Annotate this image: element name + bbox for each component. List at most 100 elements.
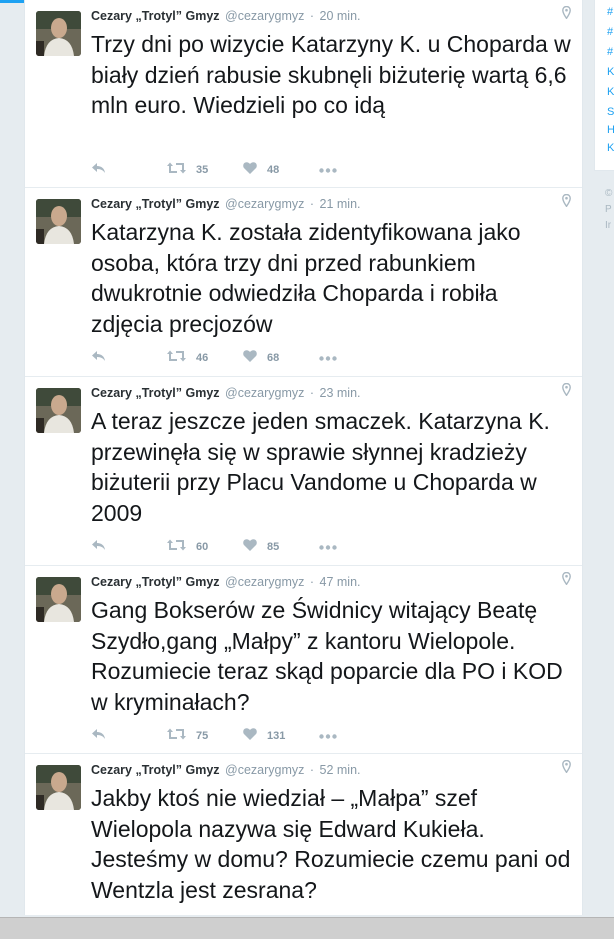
retweet-icon — [167, 539, 186, 554]
heart-icon — [243, 728, 257, 743]
retweet-count: 60 — [196, 540, 209, 553]
trend-item[interactable]: H — [607, 122, 614, 138]
author-handle[interactable]: @cezarygmyz — [225, 386, 304, 400]
retweet-button[interactable]: 75 — [167, 728, 243, 743]
reply-button[interactable] — [91, 350, 167, 365]
more-button[interactable] — [319, 541, 337, 553]
footer-link[interactable]: Ir — [605, 218, 612, 234]
timestamp[interactable]: 52 min. — [320, 763, 361, 777]
author-name[interactable]: Cezary „Trotyl” Gmyz — [91, 386, 220, 400]
retweet-button[interactable]: 46 — [167, 350, 243, 365]
location-pin-icon[interactable] — [562, 382, 571, 401]
author-name[interactable]: Cezary „Trotyl” Gmyz — [91, 575, 220, 589]
timestamp[interactable]: 21 min. — [320, 197, 361, 211]
author-handle[interactable]: @cezarygmyz — [225, 763, 304, 777]
trends-panel: # # # K K S H K — [594, 0, 614, 171]
tweet[interactable]: Cezary „Trotyl” Gmyz @cezarygmyz · 23 mi… — [25, 377, 582, 566]
reply-icon — [91, 728, 106, 743]
tweet-text: A teraz jeszcze jeden smaczek. Katarzyna… — [91, 408, 550, 526]
tweet[interactable]: Cezary „Trotyl” Gmyz @cezarygmyz · 20 mi… — [25, 0, 582, 188]
author-name[interactable]: Cezary „Trotyl” Gmyz — [91, 763, 220, 777]
tweet[interactable]: Cezary „Trotyl” Gmyz @cezarygmyz · 47 mi… — [25, 566, 582, 754]
location-pin-icon[interactable] — [562, 759, 571, 778]
more-dots-icon — [319, 164, 337, 176]
trend-item[interactable]: # — [607, 4, 613, 20]
more-dots-icon — [319, 730, 337, 742]
location-pin-icon[interactable] — [562, 5, 571, 24]
separator: · — [309, 386, 315, 400]
tweet-text: Katarzyna K. została zidentyfikowana jak… — [91, 219, 521, 337]
tweet-header: Cezary „Trotyl” Gmyz @cezarygmyz · 47 mi… — [91, 575, 361, 589]
timestamp[interactable]: 20 min. — [320, 9, 361, 23]
tweet-text: Trzy dni po wizycie Katarzyny K. u Chopa… — [91, 31, 571, 118]
reply-icon — [91, 350, 106, 365]
like-count: 131 — [267, 729, 286, 742]
trend-item[interactable]: S — [607, 104, 614, 120]
trend-item[interactable]: # — [607, 24, 613, 40]
location-pin-icon[interactable] — [562, 571, 571, 590]
horizontal-scrollbar[interactable] — [0, 917, 614, 939]
tweet-actions: 46 68 — [91, 350, 337, 365]
tweet-header: Cezary „Trotyl” Gmyz @cezarygmyz · 21 mi… — [91, 197, 361, 211]
like-button[interactable]: 48 — [243, 162, 319, 177]
tweet-text: Gang Bokserów ze Świdnicy witający Beatę… — [91, 597, 563, 715]
retweet-icon — [167, 162, 186, 177]
retweet-button[interactable]: 35 — [167, 162, 243, 177]
tweet-header: Cezary „Trotyl” Gmyz @cezarygmyz · 23 mi… — [91, 386, 361, 400]
copyright-text: © — [605, 188, 613, 199]
more-dots-icon — [319, 352, 337, 364]
tweet-actions: 75 131 — [91, 728, 337, 743]
tweet[interactable]: Cezary „Trotyl” Gmyz @cezarygmyz · 21 mi… — [25, 188, 582, 377]
tweet[interactable]: Cezary „Trotyl” Gmyz @cezarygmyz · 52 mi… — [25, 754, 582, 915]
location-pin-icon[interactable] — [562, 193, 571, 212]
author-handle[interactable]: @cezarygmyz — [225, 575, 304, 589]
separator: · — [309, 197, 315, 211]
like-button[interactable]: 85 — [243, 539, 319, 554]
heart-icon — [243, 350, 257, 365]
retweet-count: 46 — [196, 351, 209, 364]
timeline: Cezary „Trotyl” Gmyz @cezarygmyz · 20 mi… — [24, 0, 583, 915]
reply-icon — [91, 162, 106, 177]
footer-links: © P Ir — [605, 186, 612, 234]
author-name[interactable]: Cezary „Trotyl” Gmyz — [91, 197, 220, 211]
trend-item[interactable]: K — [607, 140, 614, 156]
tweet-header: Cezary „Trotyl” Gmyz @cezarygmyz · 20 mi… — [91, 9, 361, 23]
reply-button[interactable] — [91, 539, 167, 554]
reply-icon — [91, 539, 106, 554]
avatar[interactable] — [36, 199, 81, 244]
retweet-button[interactable]: 60 — [167, 539, 243, 554]
avatar[interactable] — [36, 577, 81, 622]
more-button[interactable] — [319, 730, 337, 742]
more-button[interactable] — [319, 164, 337, 176]
more-button[interactable] — [319, 352, 337, 364]
separator: · — [309, 763, 315, 777]
reply-button[interactable] — [91, 728, 167, 743]
tweet-actions: 60 85 — [91, 539, 337, 554]
trend-item[interactable]: K — [607, 64, 614, 80]
like-count: 68 — [267, 351, 280, 364]
retweet-icon — [167, 728, 186, 743]
author-name[interactable]: Cezary „Trotyl” Gmyz — [91, 9, 220, 23]
like-button[interactable]: 68 — [243, 350, 319, 365]
trend-item[interactable]: # — [607, 44, 613, 60]
author-handle[interactable]: @cezarygmyz — [225, 197, 304, 211]
footer-link[interactable]: P — [605, 202, 612, 218]
avatar[interactable] — [36, 765, 81, 810]
like-button[interactable]: 131 — [243, 728, 319, 743]
timestamp[interactable]: 47 min. — [320, 575, 361, 589]
more-dots-icon — [319, 541, 337, 553]
avatar[interactable] — [36, 11, 81, 56]
like-count: 48 — [267, 163, 280, 176]
timestamp[interactable]: 23 min. — [320, 386, 361, 400]
retweet-count: 75 — [196, 729, 209, 742]
separator: · — [309, 575, 315, 589]
heart-icon — [243, 539, 257, 554]
tweet-actions: 35 48 — [91, 162, 337, 177]
heart-icon — [243, 162, 257, 177]
reply-button[interactable] — [91, 162, 167, 177]
avatar[interactable] — [36, 388, 81, 433]
retweet-count: 35 — [196, 163, 209, 176]
author-handle[interactable]: @cezarygmyz — [225, 9, 304, 23]
tweet-text: Jakby ktoś nie wiedział – „Małpa” szef W… — [91, 785, 571, 903]
trend-item[interactable]: K — [607, 84, 614, 100]
